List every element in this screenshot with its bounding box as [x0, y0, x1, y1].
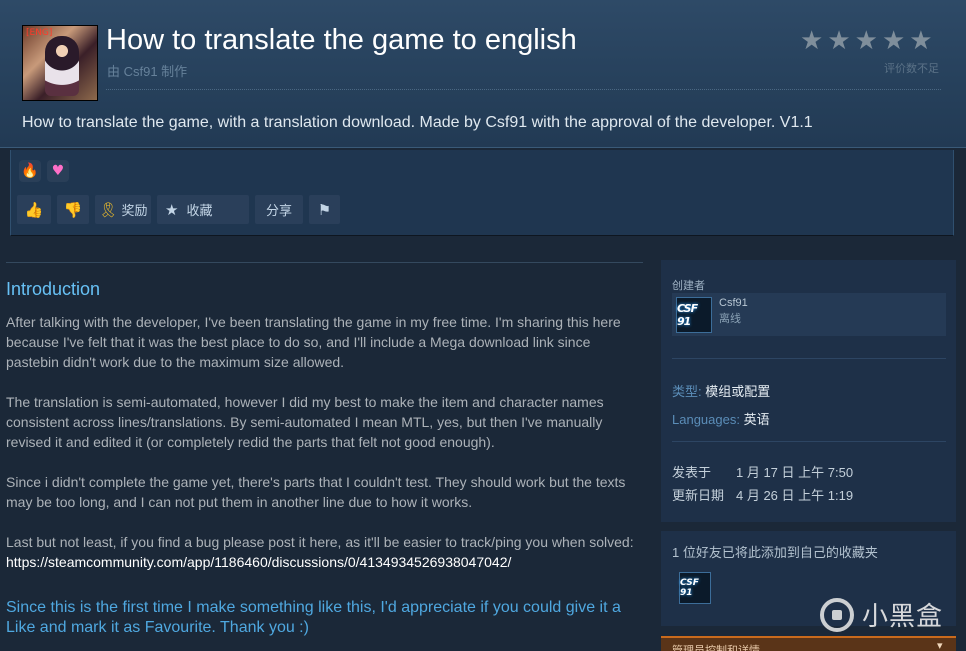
watermark-text: 小黑盒 — [862, 602, 944, 632]
creator-name[interactable]: Csf91 — [719, 297, 748, 309]
creator-label: 创建者 — [672, 280, 705, 292]
thumbnail-tag: [ENG] — [26, 28, 53, 38]
star-icon: ★ — [165, 200, 179, 219]
avatar[interactable]: CSF 91 — [676, 297, 712, 333]
star-icon: ★ — [800, 26, 824, 56]
rating-text: 评价数不足 — [884, 63, 939, 75]
thumbs-down-icon: 👎 — [63, 200, 83, 219]
award-button[interactable]: 🎗 奖励 — [95, 195, 151, 224]
guide-author: 由 Csf91 制作 — [107, 64, 188, 79]
star-icon: ★ — [827, 26, 851, 56]
guide-action-bar: 🔥 ♥ 👍 👎 🎗 奖励 ★ 收藏 分享 ⚑ — [10, 150, 954, 236]
creator-card[interactable]: CSF 91 Csf91 离线 — [672, 293, 946, 336]
report-button[interactable]: ⚑ — [309, 195, 340, 224]
content-divider — [6, 262, 643, 263]
star-icon: ★ — [854, 26, 878, 56]
admin-controls-bar[interactable]: 管理员控制和详情 ▾ — [661, 636, 956, 651]
updated-key: 更新日期 — [672, 488, 725, 503]
sidebar-divider — [672, 441, 946, 442]
watermark-logo-icon — [820, 597, 854, 632]
creator-status: 离线 — [719, 313, 741, 325]
guide-details-panel: 创建者 CSF 91 Csf91 离线 类型: 模组或配置 Languages:… — [661, 260, 956, 522]
updated-row: 更新日期 4 月 26 日 上午 1:19 — [672, 485, 853, 504]
posted-key: 发表于 — [672, 465, 712, 480]
guide-description: How to translate the game, with a transl… — [22, 114, 813, 131]
heart-award-icon[interactable]: ♥ — [47, 160, 69, 182]
paragraph: Last but not least, if you find a bug pl… — [6, 532, 646, 572]
action-buttons: 👍 👎 🎗 奖励 ★ 收藏 分享 ⚑ — [17, 195, 340, 224]
languages-value[interactable]: 英语 — [744, 412, 770, 427]
avatar[interactable]: CSF 91 — [679, 572, 711, 604]
paragraph-text: Last but not least, if you find a bug pl… — [6, 534, 634, 550]
type-key: 类型: — [672, 384, 702, 399]
highlight-paragraph: Since this is the first time I make some… — [6, 599, 621, 636]
share-button[interactable]: 分享 — [255, 195, 303, 224]
languages-row: Languages: 英语 — [672, 409, 770, 428]
title-divider — [106, 89, 941, 90]
friends-favorites-text: 1 位好友已将此添加到自己的收藏夹 — [672, 545, 878, 560]
thumbnail-character — [45, 36, 79, 96]
type-row: 类型: 模组或配置 — [672, 381, 770, 400]
star-icon: ★ — [881, 26, 906, 56]
section-heading: Introduction — [6, 279, 101, 299]
discussion-link[interactable]: https://steamcommunity.com/app/1186460/d… — [6, 554, 511, 570]
type-value[interactable]: 模组或配置 — [705, 384, 770, 399]
fire-award-icon[interactable]: 🔥 — [19, 160, 41, 182]
posted-row: 发表于 1 月 17 日 上午 7:50 — [672, 462, 853, 481]
thumbs-down-button[interactable]: 👎 — [57, 195, 89, 224]
admin-label: 管理员控制和详情 — [672, 645, 760, 651]
paragraph: The translation is semi-automated, howev… — [6, 394, 604, 450]
award-label: 奖励 — [121, 203, 148, 218]
thumbs-up-button[interactable]: 👍 — [17, 195, 51, 224]
star-icon: ★ — [909, 26, 933, 56]
guide-thumbnail: [ENG] — [22, 25, 98, 101]
watermark: 小黑盒 — [820, 596, 943, 633]
sidebar-divider — [672, 358, 946, 359]
paragraph: Since i didn't complete the game yet, th… — [6, 474, 626, 510]
share-label: 分享 — [265, 203, 292, 218]
favorite-label: 收藏 — [186, 203, 213, 218]
chevron-down-icon: ▾ — [937, 639, 943, 651]
avatar-logo-icon: CSF 91 — [677, 302, 698, 328]
paragraph: After talking with the developer, I've b… — [6, 314, 621, 370]
updated-value: 4 月 26 日 上午 1:19 — [736, 488, 854, 503]
rating-stars: ★ ★ ★ ★ ★ — [800, 28, 933, 54]
guide-title: How to translate the game to english — [106, 24, 577, 56]
avatar-logo-icon: CSF 91 — [680, 578, 699, 598]
guide-header: [ENG] How to translate the game to engli… — [0, 0, 966, 148]
posted-value: 1 月 17 日 上午 7:50 — [736, 465, 854, 480]
languages-key: Languages: — [672, 412, 740, 427]
flag-icon: ⚑ — [317, 200, 332, 219]
received-awards: 🔥 ♥ — [19, 160, 69, 182]
favorite-button[interactable]: ★ 收藏 — [157, 195, 249, 224]
award-ribbon-icon: 🎗 — [98, 200, 118, 219]
thumbs-up-icon: 👍 — [24, 200, 44, 219]
